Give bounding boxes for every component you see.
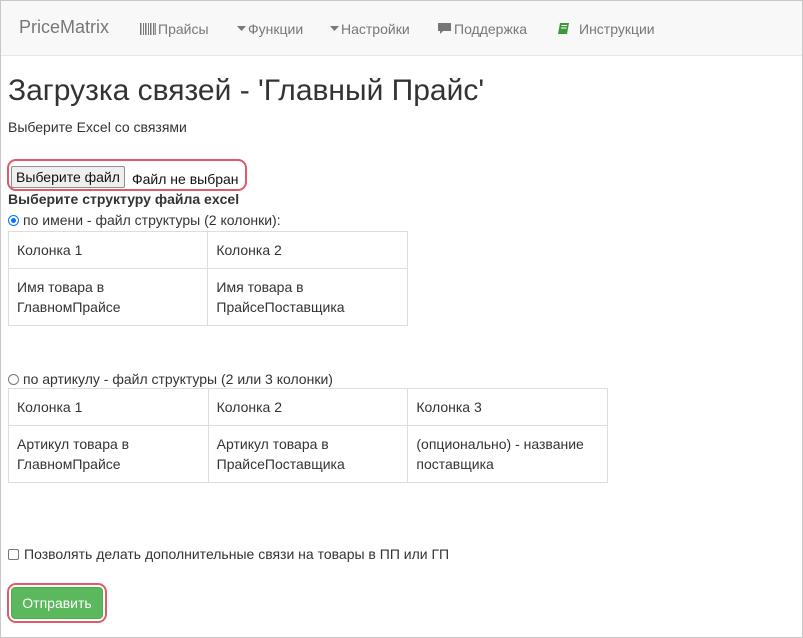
nav-item-label: Настройки (341, 21, 410, 37)
nav-item-support[interactable]: Поддержка (437, 20, 527, 38)
submit-highlight: Отправить (7, 583, 107, 623)
extra-links-label: Позволять делать дополнительные связи на… (24, 546, 450, 562)
nav-item-instructions[interactable]: Инструкции (557, 20, 655, 38)
radio-by-article-row[interactable]: по артикулу - файл структуры (2 или 3 ко… (8, 371, 333, 387)
nav-item-functions[interactable]: Функции (237, 20, 303, 38)
table-cell: Колонка 1 (8, 388, 209, 426)
extra-links-checkbox[interactable] (8, 548, 19, 560)
table-row: Колонка 1 Колонка 2 Колонка 3 (8, 388, 608, 426)
nav-item-settings[interactable]: Настройки (330, 20, 410, 38)
navbar: PriceMatrix Прайсы Функции Настройки Под… (1, 1, 802, 56)
nav-item-prices[interactable]: Прайсы (140, 20, 209, 38)
file-input-highlight: Выберите файл Файл не выбран (7, 159, 247, 191)
table-cell: (опционально) - название поставщика (407, 425, 608, 483)
radio-by-name-row[interactable]: по имени - файл структуры (2 колонки): (8, 212, 281, 228)
radio-by-article[interactable] (8, 373, 19, 385)
radio-by-name[interactable] (8, 214, 19, 226)
book-icon (558, 23, 569, 34)
submit-button[interactable]: Отправить (11, 587, 103, 619)
radio-by-article-label: по артикулу - файл структуры (2 или 3 ко… (23, 371, 333, 387)
radio-by-name-label: по имени - файл структуры (2 колонки): (23, 212, 281, 228)
table-cell: Колонка 2 (207, 231, 408, 269)
by-name-table: Колонка 1 Колонка 2 Имя товара в Главном… (7, 231, 408, 326)
table-cell: Колонка 1 (7, 231, 209, 269)
table-cell: Имя товара в ГлавномПрайсе (7, 268, 209, 326)
nav-item-label: Функции (248, 21, 304, 37)
table-cell: Артикул товара в ГлавномПрайсе (8, 425, 209, 483)
table-row: Артикул товара в ГлавномПрайсе Артикул т… (8, 425, 608, 483)
page-title: Загрузка связей - 'Главный Прайс' (8, 74, 485, 107)
brand-logo[interactable]: PriceMatrix (19, 17, 109, 38)
by-article-table: Колонка 1 Колонка 2 Колонка 3 Артикул то… (8, 388, 608, 483)
table-row: Колонка 1 Колонка 2 (7, 231, 408, 269)
choose-file-button[interactable]: Выберите файл (11, 166, 125, 188)
table-row: Имя товара в ГлавномПрайсе Имя товара в … (7, 268, 408, 326)
barcode-icon (140, 23, 156, 35)
table-cell: Колонка 3 (407, 388, 608, 426)
nav-item-label: Инструкции (579, 21, 655, 37)
table-cell: Артикул товара в ПрайсеПоставщика (207, 425, 409, 483)
caret-down-icon (237, 26, 246, 31)
comment-icon (438, 23, 451, 34)
extra-links-row[interactable]: Позволять делать дополнительные связи на… (8, 546, 449, 562)
structure-label: Выберите структуру файла excel (8, 191, 240, 207)
nav-item-label: Поддержка (454, 21, 528, 37)
page-subtitle: Выберите Excel со связями (8, 119, 187, 135)
table-cell: Имя товара в ПрайсеПоставщика (207, 268, 408, 326)
file-status: Файл не выбран (132, 171, 239, 187)
nav-item-label: Прайсы (158, 21, 209, 37)
table-cell: Колонка 2 (207, 388, 409, 426)
caret-down-icon (330, 26, 339, 31)
